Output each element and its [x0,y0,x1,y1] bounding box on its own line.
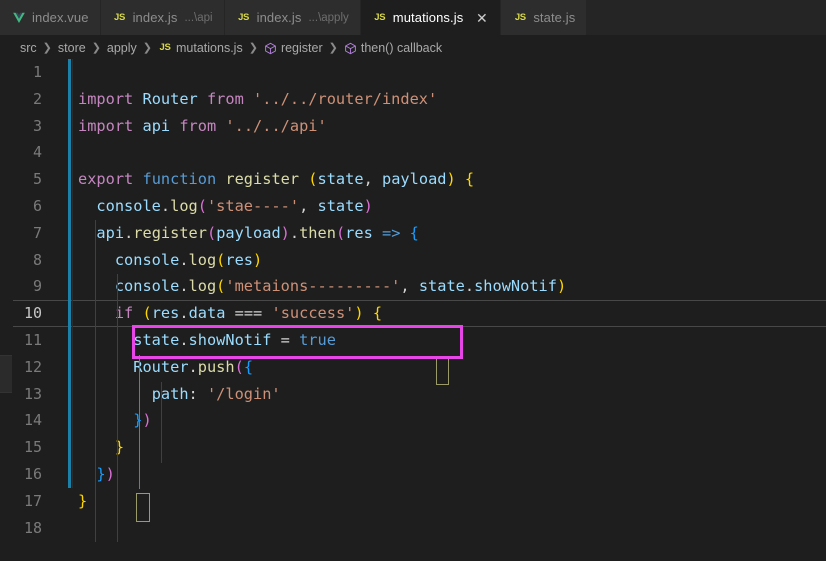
js-file-icon: JS [238,12,250,23]
breadcrumb-separator: ❯ [91,42,101,54]
tab-description: ...\apply [308,12,349,24]
code-line[interactable]: 6 console.log('stae----', state) [0,193,826,220]
git-change-indicator [68,59,71,488]
breadcrumb-label: apply [106,40,137,55]
line-content: import Router from '../../router/index' [78,89,438,108]
breadcrumb-item-mutations-js[interactable]: JS mutations.js [157,41,244,55]
code-line[interactable]: 11 state.showNotif = true [0,327,826,354]
code-line[interactable]: 3 import api from '../../api' [0,113,826,140]
line-content: if (res.data === 'success') { [114,304,383,323]
breadcrumb-separator: ❯ [42,42,52,54]
tab-index-js-api[interactable]: JS index.js ...\api [100,0,225,35]
breadcrumb-separator: ❯ [328,42,338,54]
breadcrumb-separator: ❯ [248,42,258,54]
tab-label: state.js [533,10,576,25]
tab-label: index.vue [32,10,89,25]
code-line[interactable]: 2 import Router from '../../router/index… [0,86,826,113]
vue-file-icon [12,11,26,25]
breadcrumb-separator: ❯ [142,42,153,54]
tab-label: mutations.js [392,10,464,25]
indent-guide [117,274,118,542]
tab-index-js-apply[interactable]: JS index.js ...\apply [224,0,361,35]
tab-label: index.js [256,10,302,25]
js-file-icon: JS [514,12,526,23]
code-lines: 1 2 import Router from '../../router/ind… [0,59,826,541]
code-line[interactable]: 16 }) [0,461,826,488]
tab-state-js[interactable]: JS state.js [501,0,588,35]
close-icon[interactable]: ✕ [474,10,489,25]
breadcrumb-item-src[interactable]: src [19,41,38,55]
code-line[interactable]: 13 path: '/login' [0,381,826,408]
line-content: Router.push({ [133,357,254,376]
code-line[interactable]: 1 [0,59,826,86]
line-content: path: '/login' [151,384,281,403]
line-content: }) [96,464,115,483]
editor-tab-bar: index.vue JS index.js ...\api JS index.j… [0,0,826,36]
symbol-function-icon [264,42,277,55]
tab-description: ...\api [184,12,213,24]
breadcrumb-label: register [280,40,323,55]
breadcrumb-label: mutations.js [176,40,243,55]
breadcrumb: src ❯ store ❯ apply ❯ JS mutations.js ❯ … [0,36,826,59]
code-editor[interactable]: 1 2 import Router from '../../router/ind… [0,59,826,561]
indent-guide [95,220,96,542]
breadcrumb-item-store[interactable]: store [57,41,87,55]
code-line-current[interactable]: 10 if (res.data === 'success') { [0,300,826,327]
line-content: import api from '../../api' [78,116,327,135]
line-content: console.log('metaions---------', state.s… [114,277,567,296]
breadcrumb-item-apply[interactable]: apply [106,41,138,55]
line-content: } [78,491,88,510]
code-line[interactable]: 12 Router.push({ [0,354,826,381]
breadcrumb-label: then() callback [360,40,443,55]
breadcrumb-item-then-callback[interactable]: then() callback [343,41,443,55]
breadcrumb-label: src [20,40,37,55]
code-line[interactable]: 7 api.register(payload).then(res => { [0,220,826,247]
tab-label: index.js [132,10,178,25]
tab-mutations-js[interactable]: JS mutations.js ✕ [360,0,502,35]
js-file-icon: JS [159,42,171,53]
scrollbar-thumb[interactable] [0,355,12,393]
breadcrumb-label: store [57,40,86,55]
breadcrumb-item-register[interactable]: register [263,41,324,55]
gutter-divider [72,59,73,488]
indent-guide [161,382,162,463]
code-line[interactable]: 8 console.log(res) [0,247,826,274]
code-line[interactable]: 18 [0,515,826,542]
js-file-icon: JS [114,12,126,23]
vscode-editor-window: index.vue JS index.js ...\api JS index.j… [0,0,826,561]
code-line[interactable]: 9 console.log('metaions---------', state… [0,273,826,300]
tab-index-vue[interactable]: index.vue [0,0,101,35]
js-file-icon: JS [374,12,386,23]
code-line[interactable]: 4 [0,139,826,166]
line-content: console.log('stae----', state) [96,196,373,215]
code-line[interactable]: 15 } [0,434,826,461]
line-content: }) [133,411,152,430]
indent-guide-active [139,355,140,489]
line-content: api.register(payload).then(res => { [96,223,419,242]
editor-overview-strip [0,38,13,561]
symbol-function-icon [344,42,357,55]
line-content: } [114,438,125,457]
line-content: console.log(res) [114,250,263,269]
line-content: export function register (state, payload… [78,170,475,189]
code-line[interactable]: 17 } [0,488,826,515]
code-line[interactable]: 14 }) [0,407,826,434]
code-line[interactable]: 5 export function register (state, paylo… [0,166,826,193]
